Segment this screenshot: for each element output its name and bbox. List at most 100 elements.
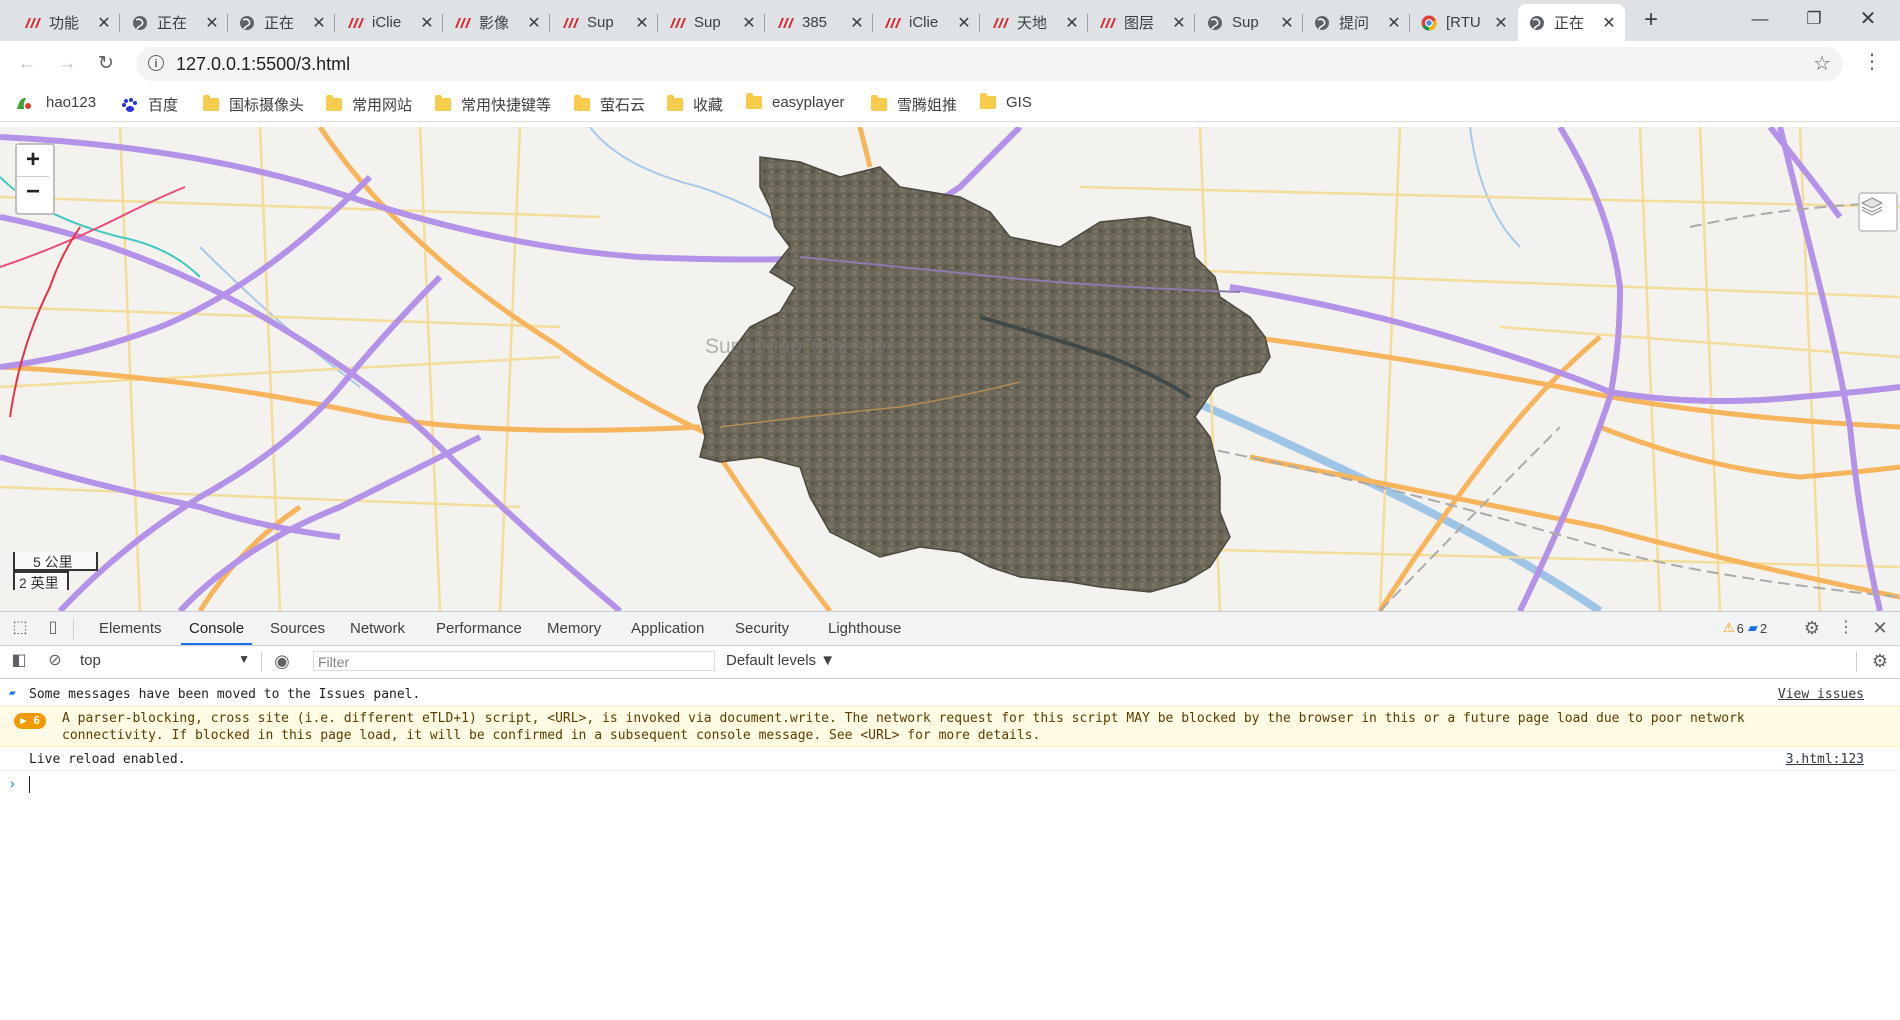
browser-tab[interactable]: [RTU ✕: [1410, 4, 1517, 41]
clear-console-icon[interactable]: ⊘: [45, 651, 65, 671]
log-levels-dropdown[interactable]: Default levels ▼: [726, 652, 835, 669]
close-tab-icon[interactable]: ✕: [204, 13, 220, 33]
close-tab-icon[interactable]: ✕: [956, 13, 972, 33]
bookmarks-bar: hao123 百度 国标摄像头 常用网站 常用快捷键等 萤石云 收藏 easyp…: [0, 87, 1900, 122]
restore-button[interactable]: ❐: [1786, 0, 1842, 41]
live-expression-eye-icon[interactable]: ◉: [272, 651, 292, 671]
map-viewport[interactable]: SuperMap Trial site + − 5 公里 2 英里: [0, 127, 1900, 611]
sidebar-toggle-icon[interactable]: ◧: [9, 651, 29, 671]
browser-tab[interactable]: 功能 ✕: [13, 4, 120, 41]
browser-menu-icon[interactable]: ⋮: [1862, 49, 1882, 74]
layer-switcher-button[interactable]: [1858, 192, 1898, 232]
bookmark-star-icon[interactable]: ☆: [1813, 51, 1831, 76]
issues-counter[interactable]: ⚠ 6 ▰ 2: [1723, 620, 1767, 636]
close-window-button[interactable]: ✕: [1840, 0, 1896, 41]
browser-tab[interactable]: Sup ✕: [551, 4, 658, 41]
close-tab-icon[interactable]: ✕: [419, 13, 435, 33]
close-tab-icon[interactable]: ✕: [1279, 13, 1295, 33]
browser-tab[interactable]: 正在 ✕: [121, 4, 228, 41]
close-tab-icon[interactable]: ✕: [1064, 13, 1080, 33]
browser-tab[interactable]: 图层 ✕: [1088, 4, 1195, 41]
browser-tab[interactable]: 影像 ✕: [443, 4, 550, 41]
tab-title: Sup: [587, 14, 614, 31]
close-tab-icon[interactable]: ✕: [741, 13, 757, 33]
close-tab-icon[interactable]: ✕: [1601, 13, 1617, 33]
console-settings-gear-icon[interactable]: ⚙: [1870, 651, 1890, 671]
device-toolbar-icon[interactable]: ▯: [43, 618, 63, 638]
devtools-tab-sources[interactable]: Sources: [270, 612, 325, 645]
bookmark-folder-7[interactable]: 雪腾姐推: [871, 94, 957, 115]
browser-tab[interactable]: Sup ✕: [658, 4, 765, 41]
close-tab-icon[interactable]: ✕: [849, 13, 865, 33]
supermap-logo-icon: [561, 14, 579, 32]
browser-tab[interactable]: 提问 ✕: [1303, 4, 1410, 41]
tab-separator: [764, 14, 765, 32]
forward-button[interactable]: →: [52, 49, 82, 79]
globe-icon: [1313, 14, 1331, 32]
more-options-icon[interactable]: ⋮: [1836, 618, 1856, 638]
site-info-icon[interactable]: i: [148, 55, 164, 71]
settings-gear-icon[interactable]: ⚙: [1802, 618, 1822, 638]
close-tab-icon[interactable]: ✕: [634, 13, 650, 33]
devtools-tab-memory[interactable]: Memory: [547, 612, 601, 645]
bookmark-folder-1[interactable]: 国标摄像头: [203, 94, 304, 115]
supermap-logo-icon: [23, 14, 41, 32]
devtools-tab-network[interactable]: Network: [350, 612, 405, 645]
new-tab-button[interactable]: +: [1637, 6, 1665, 34]
bookmark-folder-4[interactable]: 萤石云: [574, 94, 645, 115]
close-tab-icon[interactable]: ✕: [1171, 13, 1187, 33]
devtools-tab-elements[interactable]: Elements: [99, 612, 162, 645]
browser-tab[interactable]: iClie ✕: [873, 4, 980, 41]
browser-tab[interactable]: 正在 ✕: [1518, 4, 1625, 41]
tab-title: iClie: [909, 14, 939, 31]
inspect-element-icon[interactable]: ⬚: [10, 618, 30, 638]
devtools-tab-application[interactable]: Application: [631, 612, 704, 645]
bookmark-folder-5[interactable]: 收藏: [667, 94, 723, 115]
console-filter-input[interactable]: Filter: [313, 651, 715, 671]
browser-tab[interactable]: iClie ✕: [336, 4, 443, 41]
browser-tab[interactable]: 385 ✕: [766, 4, 873, 41]
warning-count-badge[interactable]: ▶ 6: [14, 713, 46, 729]
bookmark-folder-6[interactable]: easyplayer: [746, 93, 845, 111]
back-button[interactable]: ←: [12, 49, 42, 79]
bookmark-folder-2[interactable]: 常用网站: [326, 94, 412, 115]
close-tab-icon[interactable]: ✕: [311, 13, 327, 33]
browser-tab[interactable]: Sup ✕: [1196, 4, 1303, 41]
devtools-tab-console[interactable]: Console: [181, 612, 253, 645]
folder-icon: [203, 95, 219, 111]
reload-button[interactable]: ↻: [91, 49, 121, 79]
close-tab-icon[interactable]: ✕: [1493, 13, 1509, 33]
bookmark-folder-8[interactable]: GIS: [980, 93, 1032, 111]
bookmark-label: 百度: [148, 97, 179, 114]
bookmark-hao123[interactable]: hao123: [14, 94, 96, 111]
tab-strip: 功能 ✕ 正在 ✕ 正在 ✕ iClie ✕ 影像 ✕ Sup ✕ Sup ✕ 385 ✕ iClie ✕ 天地 ✕ 图…: [0, 0, 1900, 41]
console-message-warning[interactable]: ▶ 6 A parser-blocking, cross site (i.e. …: [0, 706, 1900, 747]
bookmark-folder-3[interactable]: 常用快捷键等: [435, 94, 551, 115]
close-tab-icon[interactable]: ✕: [1386, 13, 1402, 33]
devtools-tab-performance[interactable]: Performance: [436, 612, 522, 645]
minimize-button[interactable]: —: [1732, 0, 1788, 41]
bookmark-baidu[interactable]: 百度: [121, 94, 178, 115]
zoom-out-button[interactable]: −: [17, 177, 49, 207]
tab-title: 影像: [479, 15, 510, 32]
console-prompt-input[interactable]: ›: [0, 772, 1900, 796]
source-link[interactable]: 3.html:123: [1786, 752, 1864, 767]
bookmark-label: 萤石云: [600, 97, 646, 114]
map-watermark: SuperMap Trial site: [705, 335, 886, 358]
browser-tab[interactable]: 天地 ✕: [981, 4, 1088, 41]
close-devtools-icon[interactable]: ✕: [1870, 618, 1890, 638]
folder-icon: [326, 95, 342, 111]
browser-tab[interactable]: 正在 ✕: [228, 4, 335, 41]
chevron-down-icon: ▼: [238, 652, 250, 666]
supermap-logo-icon: [453, 14, 471, 32]
chrome-icon: [1420, 14, 1438, 32]
context-value: top: [80, 652, 101, 669]
devtools-tab-lighthouse[interactable]: Lighthouse: [828, 612, 901, 645]
close-tab-icon[interactable]: ✕: [96, 13, 112, 33]
close-tab-icon[interactable]: ✕: [526, 13, 542, 33]
context-selector[interactable]: top ▼: [80, 652, 250, 672]
devtools-tab-security[interactable]: Security: [735, 612, 789, 645]
address-bar[interactable]: i 127.0.0.1:5500/3.html ☆: [136, 47, 1843, 81]
zoom-in-button[interactable]: +: [17, 145, 49, 177]
view-issues-link[interactable]: View issues: [1778, 687, 1864, 702]
